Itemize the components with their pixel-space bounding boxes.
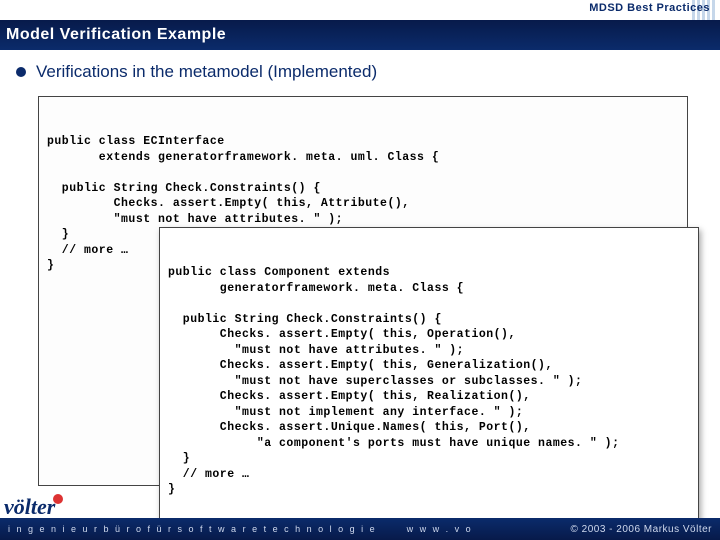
header-label: MDSD Best Practices — [589, 2, 710, 14]
footer-tagline: i n g e n i e u r b ü r o f ü r s o f t … — [8, 524, 377, 534]
logo-dot-icon — [53, 494, 63, 504]
footer-copyright: © 2003 - 2006 Markus Völter — [571, 524, 713, 535]
slide-title: Model Verification Example — [0, 20, 720, 50]
bullet-text: Verifications in the metamodel (Implemen… — [36, 62, 377, 82]
footer: i n g e n i e u r b ü r o f ü r s o f t … — [0, 518, 720, 540]
code-box-outer: public class ECInterface extends generat… — [38, 96, 688, 486]
bullet-line: Verifications in the metamodel (Implemen… — [10, 62, 710, 82]
code-inner-text: public class Component extends generator… — [168, 265, 690, 498]
bullet-icon — [16, 67, 26, 77]
footer-url: w w w . v o — [407, 524, 571, 534]
logo: völter — [4, 494, 63, 520]
code-box-inner: public class Component extends generator… — [159, 227, 699, 536]
